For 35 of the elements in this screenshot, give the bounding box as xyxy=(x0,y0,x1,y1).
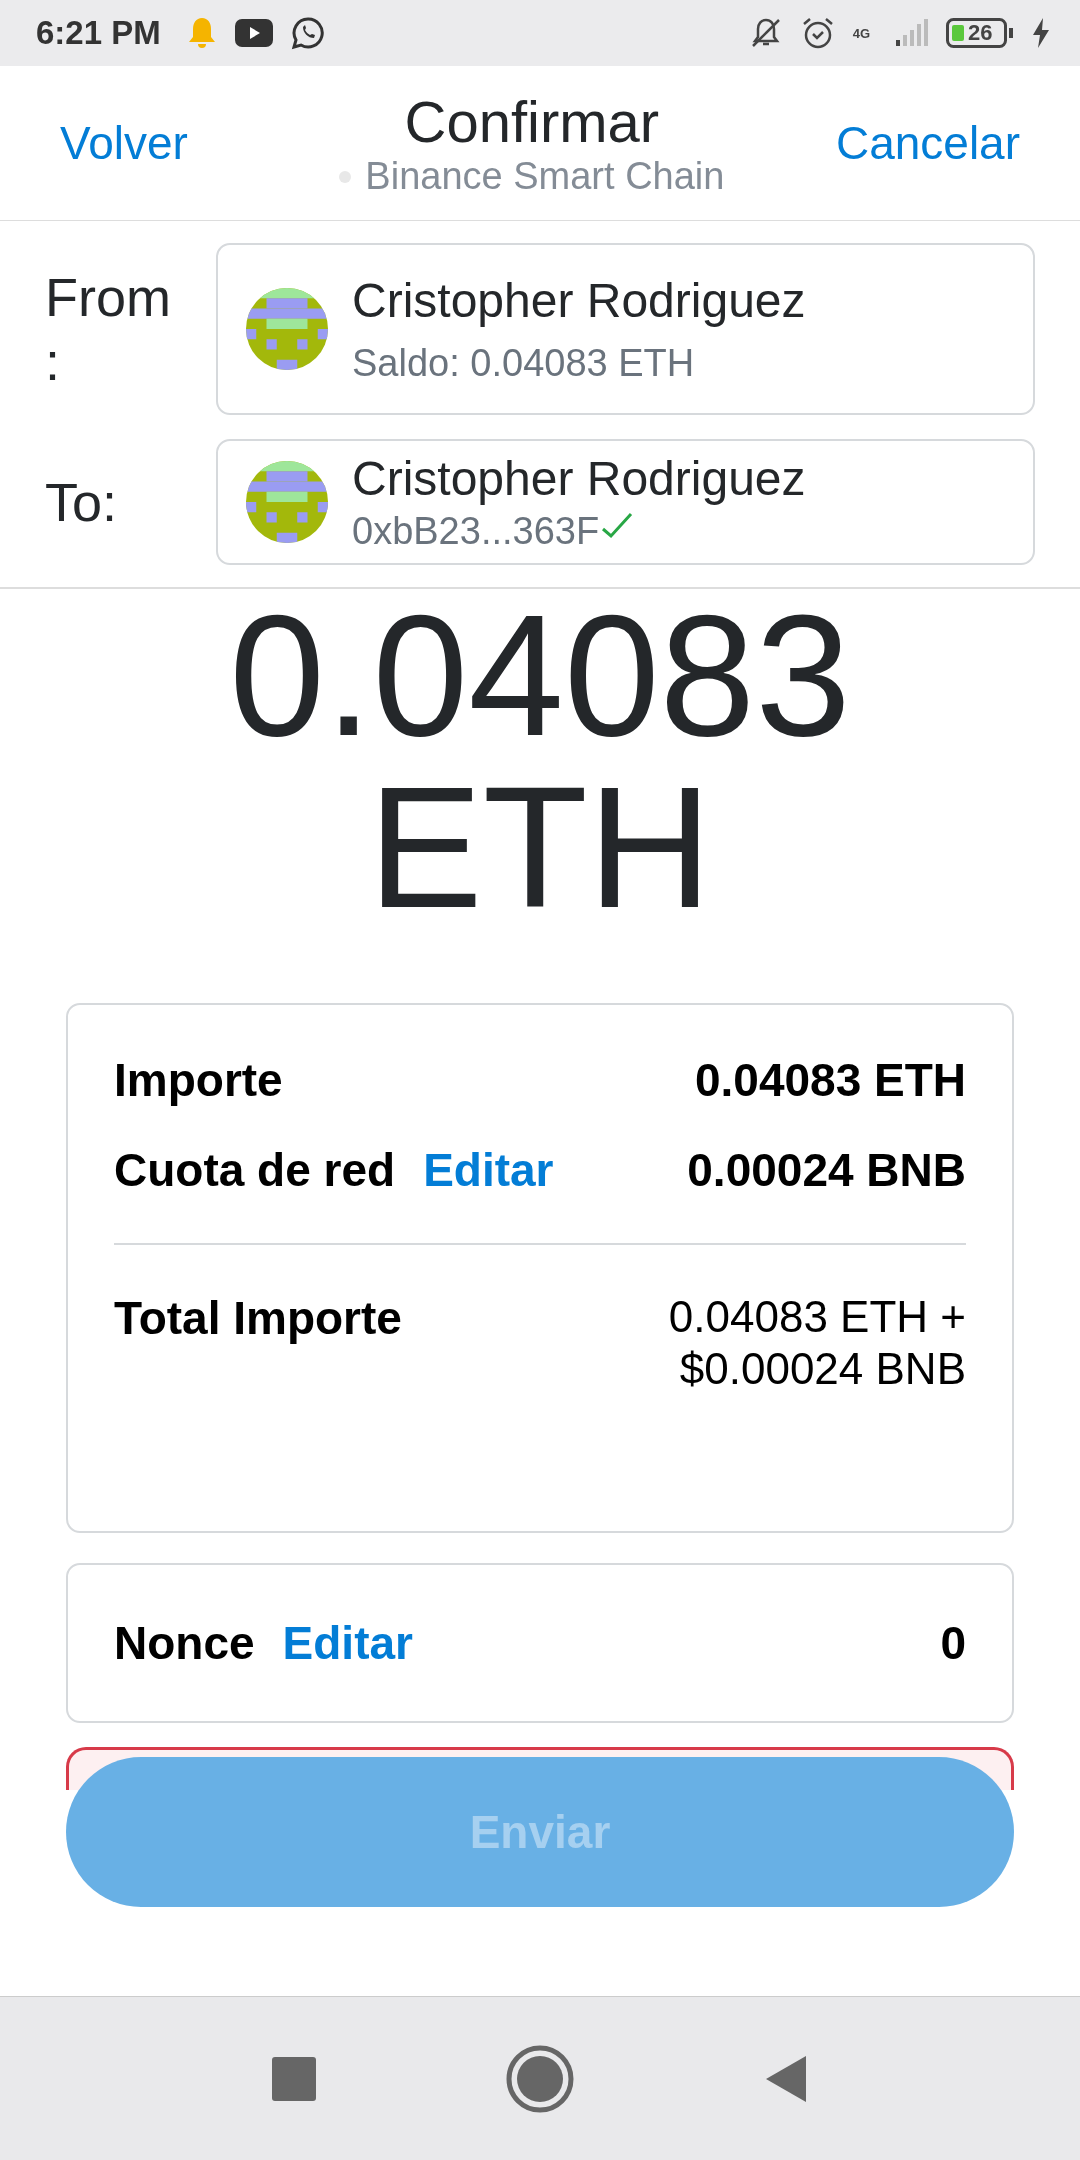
account-detail: Saldo: 0.04083 ETH xyxy=(352,342,695,385)
summary-label: Importe xyxy=(114,1053,283,1107)
edit-link[interactable]: Editar xyxy=(423,1143,554,1197)
account-label: From : xyxy=(45,266,172,393)
nonce-value: 0 xyxy=(940,1616,966,1670)
summary-value: 0.04083 ETH xyxy=(694,1053,966,1107)
network-name: Binance Smart Chain xyxy=(365,155,725,198)
account-card[interactable]: Cristopher Rodriguez 0xbB23...363F xyxy=(216,439,1035,565)
account-card[interactable]: Cristopher Rodriguez Saldo: 0.04083 ETH xyxy=(216,243,1035,415)
summary-label: Cuota de red xyxy=(114,1143,396,1197)
cancel-link[interactable]: Cancelar xyxy=(835,116,1020,170)
home-icon[interactable] xyxy=(506,2044,574,2113)
screen-title: Confirmar xyxy=(404,88,660,155)
video-play-icon xyxy=(234,19,273,47)
total-value: 0.04083 ETH + $0.00024 BNB xyxy=(668,1291,966,1395)
bell-icon xyxy=(186,16,217,50)
battery-level: 26 xyxy=(968,20,993,46)
amount-value: 0.04083 xyxy=(229,589,851,761)
chat-phone-icon xyxy=(290,16,325,50)
network-type: 4G xyxy=(852,25,870,41)
back-link[interactable]: Volver xyxy=(60,116,188,170)
battery-icon xyxy=(946,18,1014,48)
charging-icon xyxy=(1032,18,1050,48)
status-time: 6:21 PM xyxy=(36,14,161,52)
summary-value: 0.00024 BNB xyxy=(687,1143,966,1197)
account-detail: 0xbB23...363F xyxy=(352,510,600,553)
nonce-label: Nonce xyxy=(114,1616,255,1670)
total-label: Total Importe xyxy=(114,1291,402,1345)
account-label: To: xyxy=(45,471,119,534)
account-name: Cristopher Rodriguez xyxy=(352,451,806,506)
edit-link[interactable]: Editar xyxy=(282,1616,413,1670)
account-name: Cristopher Rodriguez xyxy=(352,273,806,328)
back-icon[interactable] xyxy=(764,2053,808,2104)
amount-unit: ETH xyxy=(368,761,712,933)
recents-icon[interactable] xyxy=(272,2056,316,2101)
